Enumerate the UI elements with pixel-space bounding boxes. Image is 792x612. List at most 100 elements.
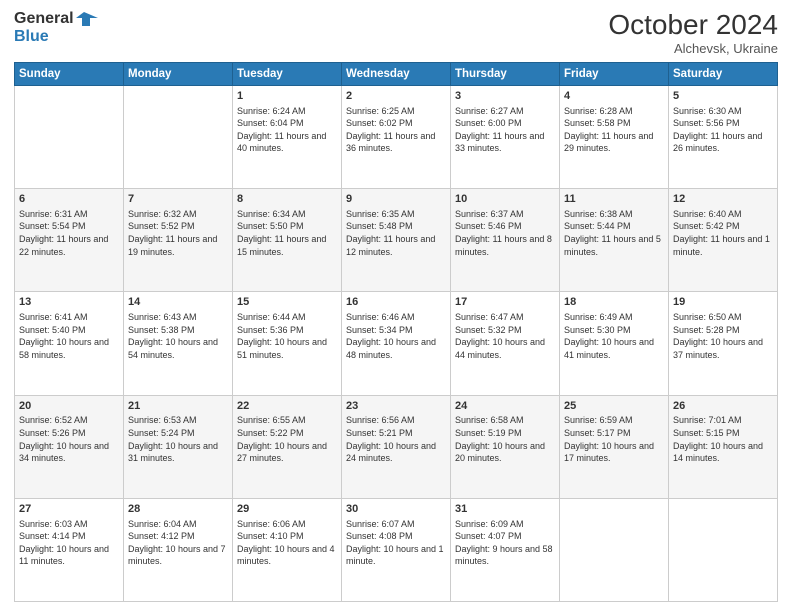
cal-cell: 3Sunrise: 6:27 AM Sunset: 6:00 PM Daylig… xyxy=(451,85,560,188)
page: General Blue October 2024 Alchevsk, Ukra… xyxy=(0,0,792,612)
day-header-wednesday: Wednesday xyxy=(342,62,451,85)
day-number: 7 xyxy=(128,192,228,207)
cal-cell: 9Sunrise: 6:35 AM Sunset: 5:48 PM Daylig… xyxy=(342,189,451,292)
day-header-saturday: Saturday xyxy=(669,62,778,85)
logo-bird-icon xyxy=(76,10,98,28)
cell-content: Sunrise: 6:07 AM Sunset: 4:08 PM Dayligh… xyxy=(346,518,446,568)
cell-content: Sunrise: 6:40 AM Sunset: 5:42 PM Dayligh… xyxy=(673,208,773,258)
cell-content: Sunrise: 6:55 AM Sunset: 5:22 PM Dayligh… xyxy=(237,414,337,464)
cal-cell: 4Sunrise: 6:28 AM Sunset: 5:58 PM Daylig… xyxy=(560,85,669,188)
day-number: 2 xyxy=(346,89,446,104)
calendar-table: SundayMondayTuesdayWednesdayThursdayFrid… xyxy=(14,62,778,602)
cell-content: Sunrise: 6:32 AM Sunset: 5:52 PM Dayligh… xyxy=(128,208,228,258)
cell-content: Sunrise: 6:49 AM Sunset: 5:30 PM Dayligh… xyxy=(564,311,664,361)
cal-cell xyxy=(15,85,124,188)
day-header-thursday: Thursday xyxy=(451,62,560,85)
cell-content: Sunrise: 6:46 AM Sunset: 5:34 PM Dayligh… xyxy=(346,311,446,361)
cal-cell: 28Sunrise: 6:04 AM Sunset: 4:12 PM Dayli… xyxy=(124,498,233,601)
cal-cell: 8Sunrise: 6:34 AM Sunset: 5:50 PM Daylig… xyxy=(233,189,342,292)
day-header-monday: Monday xyxy=(124,62,233,85)
day-number: 16 xyxy=(346,295,446,310)
cal-cell: 29Sunrise: 6:06 AM Sunset: 4:10 PM Dayli… xyxy=(233,498,342,601)
cell-content: Sunrise: 6:24 AM Sunset: 6:04 PM Dayligh… xyxy=(237,105,337,155)
day-number: 3 xyxy=(455,89,555,104)
day-number: 19 xyxy=(673,295,773,310)
cal-cell: 23Sunrise: 6:56 AM Sunset: 5:21 PM Dayli… xyxy=(342,395,451,498)
day-number: 14 xyxy=(128,295,228,310)
day-number: 6 xyxy=(19,192,119,207)
header: General Blue October 2024 Alchevsk, Ukra… xyxy=(14,10,778,56)
cal-cell: 26Sunrise: 7:01 AM Sunset: 5:15 PM Dayli… xyxy=(669,395,778,498)
day-number: 22 xyxy=(237,399,337,414)
day-number: 5 xyxy=(673,89,773,104)
cell-content: Sunrise: 6:06 AM Sunset: 4:10 PM Dayligh… xyxy=(237,518,337,568)
cal-cell: 6Sunrise: 6:31 AM Sunset: 5:54 PM Daylig… xyxy=(15,189,124,292)
cal-cell: 11Sunrise: 6:38 AM Sunset: 5:44 PM Dayli… xyxy=(560,189,669,292)
cal-cell: 27Sunrise: 6:03 AM Sunset: 4:14 PM Dayli… xyxy=(15,498,124,601)
cal-cell: 13Sunrise: 6:41 AM Sunset: 5:40 PM Dayli… xyxy=(15,292,124,395)
title-block: October 2024 Alchevsk, Ukraine xyxy=(608,10,778,56)
day-number: 17 xyxy=(455,295,555,310)
week-row-4: 20Sunrise: 6:52 AM Sunset: 5:26 PM Dayli… xyxy=(15,395,778,498)
week-row-2: 6Sunrise: 6:31 AM Sunset: 5:54 PM Daylig… xyxy=(15,189,778,292)
day-number: 15 xyxy=(237,295,337,310)
cal-cell: 17Sunrise: 6:47 AM Sunset: 5:32 PM Dayli… xyxy=(451,292,560,395)
cal-cell: 21Sunrise: 6:53 AM Sunset: 5:24 PM Dayli… xyxy=(124,395,233,498)
cell-content: Sunrise: 6:34 AM Sunset: 5:50 PM Dayligh… xyxy=(237,208,337,258)
cell-content: Sunrise: 7:01 AM Sunset: 5:15 PM Dayligh… xyxy=(673,414,773,464)
cell-content: Sunrise: 6:37 AM Sunset: 5:46 PM Dayligh… xyxy=(455,208,555,258)
subtitle: Alchevsk, Ukraine xyxy=(608,41,778,56)
day-header-tuesday: Tuesday xyxy=(233,62,342,85)
cell-content: Sunrise: 6:44 AM Sunset: 5:36 PM Dayligh… xyxy=(237,311,337,361)
logo-blue: Blue xyxy=(14,28,49,46)
day-number: 11 xyxy=(564,192,664,207)
day-number: 8 xyxy=(237,192,337,207)
day-number: 24 xyxy=(455,399,555,414)
day-header-friday: Friday xyxy=(560,62,669,85)
cell-content: Sunrise: 6:47 AM Sunset: 5:32 PM Dayligh… xyxy=(455,311,555,361)
day-number: 18 xyxy=(564,295,664,310)
cell-content: Sunrise: 6:50 AM Sunset: 5:28 PM Dayligh… xyxy=(673,311,773,361)
logo-general: General xyxy=(14,10,74,28)
cell-content: Sunrise: 6:04 AM Sunset: 4:12 PM Dayligh… xyxy=(128,518,228,568)
cal-cell: 31Sunrise: 6:09 AM Sunset: 4:07 PM Dayli… xyxy=(451,498,560,601)
cell-content: Sunrise: 6:27 AM Sunset: 6:00 PM Dayligh… xyxy=(455,105,555,155)
cell-content: Sunrise: 6:25 AM Sunset: 6:02 PM Dayligh… xyxy=(346,105,446,155)
cell-content: Sunrise: 6:38 AM Sunset: 5:44 PM Dayligh… xyxy=(564,208,664,258)
cal-cell: 2Sunrise: 6:25 AM Sunset: 6:02 PM Daylig… xyxy=(342,85,451,188)
cal-cell: 19Sunrise: 6:50 AM Sunset: 5:28 PM Dayli… xyxy=(669,292,778,395)
cal-cell: 16Sunrise: 6:46 AM Sunset: 5:34 PM Dayli… xyxy=(342,292,451,395)
day-number: 21 xyxy=(128,399,228,414)
cell-content: Sunrise: 6:09 AM Sunset: 4:07 PM Dayligh… xyxy=(455,518,555,568)
cell-content: Sunrise: 6:53 AM Sunset: 5:24 PM Dayligh… xyxy=(128,414,228,464)
day-number: 26 xyxy=(673,399,773,414)
cell-content: Sunrise: 6:59 AM Sunset: 5:17 PM Dayligh… xyxy=(564,414,664,464)
day-number: 4 xyxy=(564,89,664,104)
day-number: 9 xyxy=(346,192,446,207)
day-number: 23 xyxy=(346,399,446,414)
cal-cell: 1Sunrise: 6:24 AM Sunset: 6:04 PM Daylig… xyxy=(233,85,342,188)
day-number: 10 xyxy=(455,192,555,207)
cal-cell xyxy=(124,85,233,188)
cal-cell: 12Sunrise: 6:40 AM Sunset: 5:42 PM Dayli… xyxy=(669,189,778,292)
cal-cell: 20Sunrise: 6:52 AM Sunset: 5:26 PM Dayli… xyxy=(15,395,124,498)
cell-content: Sunrise: 6:56 AM Sunset: 5:21 PM Dayligh… xyxy=(346,414,446,464)
cal-cell xyxy=(560,498,669,601)
cell-content: Sunrise: 6:30 AM Sunset: 5:56 PM Dayligh… xyxy=(673,105,773,155)
cal-cell: 25Sunrise: 6:59 AM Sunset: 5:17 PM Dayli… xyxy=(560,395,669,498)
cell-content: Sunrise: 6:52 AM Sunset: 5:26 PM Dayligh… xyxy=(19,414,119,464)
cell-content: Sunrise: 6:31 AM Sunset: 5:54 PM Dayligh… xyxy=(19,208,119,258)
cell-content: Sunrise: 6:41 AM Sunset: 5:40 PM Dayligh… xyxy=(19,311,119,361)
cal-cell: 18Sunrise: 6:49 AM Sunset: 5:30 PM Dayli… xyxy=(560,292,669,395)
day-number: 29 xyxy=(237,502,337,517)
week-row-5: 27Sunrise: 6:03 AM Sunset: 4:14 PM Dayli… xyxy=(15,498,778,601)
week-row-1: 1Sunrise: 6:24 AM Sunset: 6:04 PM Daylig… xyxy=(15,85,778,188)
cal-cell: 22Sunrise: 6:55 AM Sunset: 5:22 PM Dayli… xyxy=(233,395,342,498)
day-number: 25 xyxy=(564,399,664,414)
cal-cell: 14Sunrise: 6:43 AM Sunset: 5:38 PM Dayli… xyxy=(124,292,233,395)
month-title: October 2024 xyxy=(608,10,778,41)
header-row: SundayMondayTuesdayWednesdayThursdayFrid… xyxy=(15,62,778,85)
cell-content: Sunrise: 6:03 AM Sunset: 4:14 PM Dayligh… xyxy=(19,518,119,568)
cal-cell: 10Sunrise: 6:37 AM Sunset: 5:46 PM Dayli… xyxy=(451,189,560,292)
cal-cell xyxy=(669,498,778,601)
